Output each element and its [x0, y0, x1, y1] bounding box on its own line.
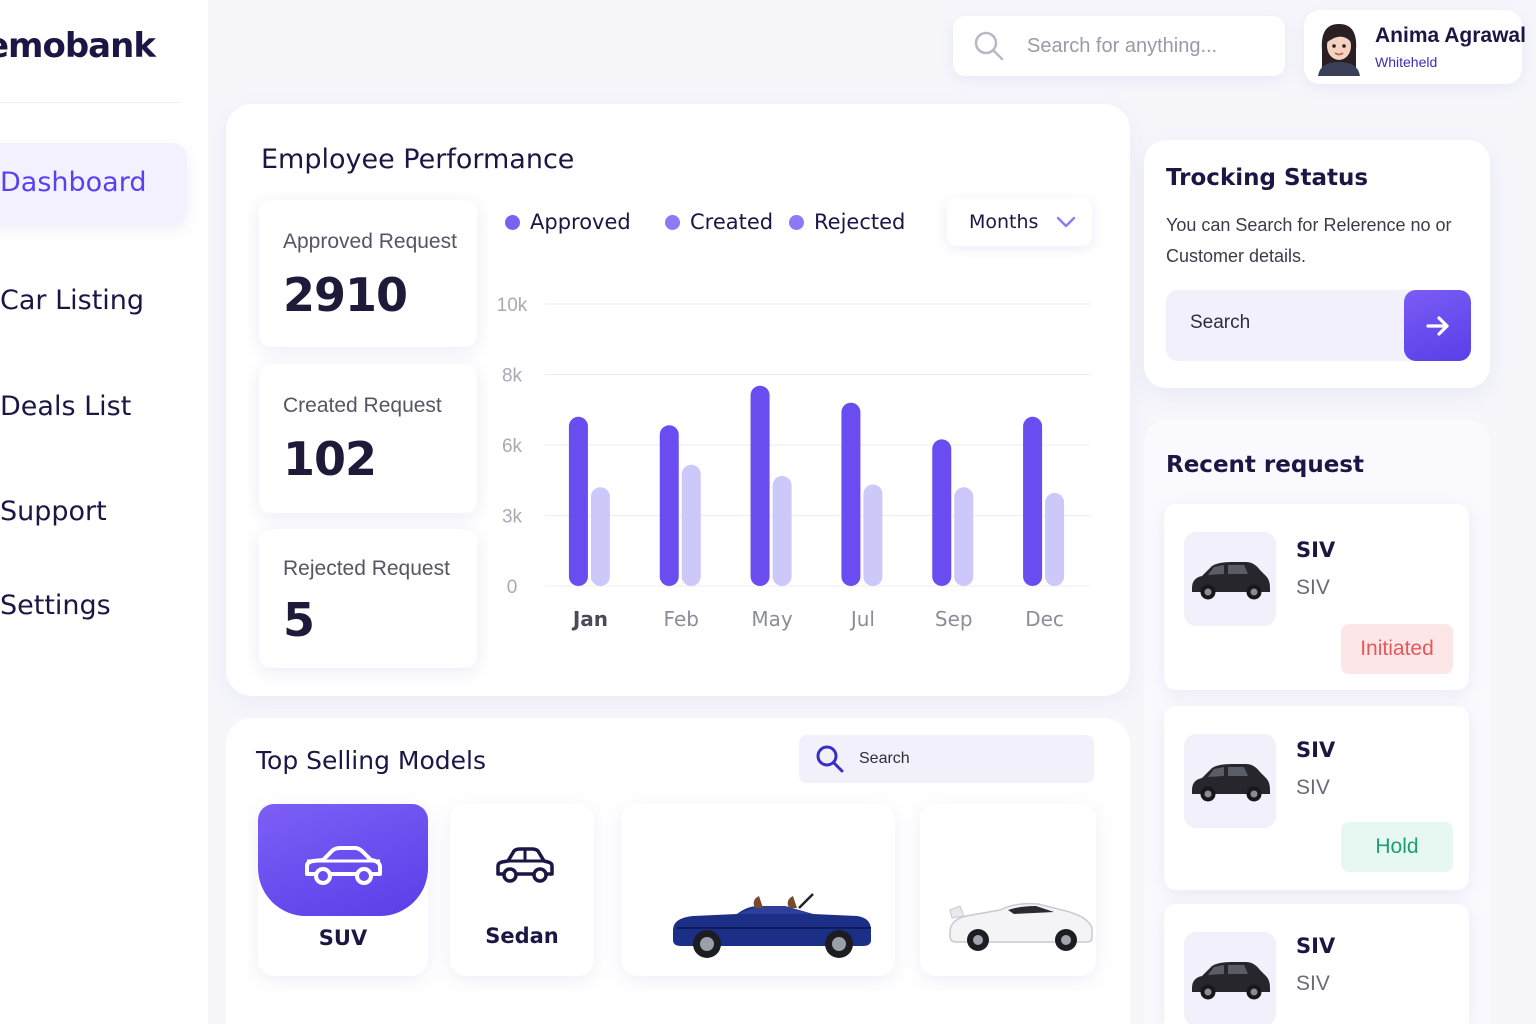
chart-bar: [772, 476, 792, 586]
chart-bar: [863, 484, 883, 586]
divider: [0, 102, 180, 103]
tracking-title: Trocking Status: [1166, 165, 1369, 191]
request-title: SIV: [1296, 934, 1336, 958]
chevron-down-icon: [1056, 216, 1076, 228]
stat-value: 5: [283, 593, 315, 647]
arrow-right-icon: [1425, 315, 1449, 336]
selected-highlight: [258, 804, 428, 916]
model-label: Sedan: [485, 924, 559, 948]
request-subtitle: SIV: [1296, 776, 1330, 799]
blue-convertible-image: [673, 893, 871, 958]
legend-dot: [505, 214, 520, 230]
tracking-search-input[interactable]: [1190, 312, 1390, 334]
chart-bar: [1023, 416, 1043, 586]
stat-value: 2910: [283, 268, 408, 322]
tracking-description: You can Search for Relerence no or Custo…: [1166, 215, 1452, 266]
stat-created: Created Request 102: [259, 364, 477, 513]
stat-label: Created Request: [283, 394, 442, 417]
sidebar-item-dashboard[interactable]: Dashboard: [0, 143, 187, 223]
recent-title: Recent request: [1166, 452, 1364, 478]
top-selling-search-input[interactable]: [859, 750, 1059, 768]
sidebar-item-support[interactable]: Support: [0, 496, 107, 527]
y-tick-label: 0: [507, 577, 518, 598]
chart-bar: [954, 487, 974, 586]
status-badge: Hold: [1341, 822, 1453, 872]
legend-label: Rejected: [814, 210, 906, 234]
legend-dot: [665, 214, 680, 230]
global-search[interactable]: [953, 16, 1285, 76]
black-suv-image: [1192, 562, 1270, 600]
period-value: Months: [969, 211, 1039, 233]
chart-bar: [659, 425, 679, 586]
request-card[interactable]: SIV SIV Initiated: [1164, 504, 1469, 690]
search-input[interactable]: [1027, 34, 1277, 58]
request-subtitle: SIV: [1296, 972, 1330, 995]
top-selling-search[interactable]: [799, 735, 1094, 783]
legend-approved[interactable]: Approved: [505, 210, 631, 234]
sidebar-item-deals-list[interactable]: Deals List: [0, 391, 131, 422]
model-tile-sportscar[interactable]: [920, 804, 1096, 976]
chart-bar: [590, 487, 610, 586]
y-tick-label: 3k: [502, 507, 523, 528]
request-title: SIV: [1296, 738, 1336, 762]
request-title: SIV: [1296, 538, 1336, 562]
car-icon: [305, 846, 382, 885]
chart-bar: [932, 439, 952, 586]
request-thumbnail: [1184, 932, 1276, 1024]
chart-bar: [750, 385, 770, 586]
tracking-search-button[interactable]: [1404, 290, 1471, 361]
sidebar-item-car-listing[interactable]: Car Listing: [0, 285, 144, 316]
model-tile-sedan[interactable]: Sedan: [450, 804, 594, 976]
sidebar-item-settings[interactable]: Settings: [0, 590, 111, 621]
chart-bar: [568, 416, 588, 586]
user-subtitle: Whiteheld: [1375, 54, 1438, 70]
x-tick-label: Sep: [935, 607, 973, 631]
legend-label: Created: [690, 210, 774, 234]
stat-label: Rejected Request: [283, 557, 450, 580]
x-tick-label: Dec: [1025, 607, 1064, 631]
black-suv-image: [1192, 962, 1270, 1000]
black-suv-image: [1192, 764, 1270, 802]
model-tile-convertible[interactable]: [621, 804, 895, 976]
legend-label: Approved: [530, 210, 631, 234]
request-thumbnail: [1184, 734, 1276, 828]
brand-logo[interactable]: emobank: [0, 26, 156, 66]
stat-value: 102: [283, 432, 377, 486]
x-tick-label: Jan: [571, 607, 608, 631]
model-label: SUV: [318, 926, 368, 950]
request-card[interactable]: SIV SIV: [1164, 904, 1469, 1024]
chart-bar: [1045, 492, 1065, 586]
x-tick-label: Jul: [849, 607, 875, 631]
request-subtitle: SIV: [1296, 576, 1330, 599]
chart-bar: [841, 402, 861, 586]
stat-label: Approved Request: [283, 230, 457, 253]
period-dropdown[interactable]: Months: [947, 198, 1092, 246]
y-tick-label: 10k: [497, 295, 528, 316]
user-name: Anima Agrawal: [1375, 24, 1526, 47]
performance-title: Employee Performance: [261, 144, 575, 175]
legend-rejected[interactable]: Rejected: [789, 210, 905, 234]
avatar: [1318, 24, 1360, 76]
car-outline-icon: [496, 847, 554, 883]
x-tick-label: May: [751, 607, 793, 631]
white-sportscar-image: [949, 902, 1093, 951]
status-badge: Initiated: [1341, 624, 1453, 674]
stat-rejected: Rejected Request 5: [259, 529, 477, 668]
request-thumbnail: [1184, 532, 1276, 626]
y-tick-label: 8k: [502, 366, 523, 387]
search-icon: [974, 31, 1004, 61]
performance-bar-chart: 10k 8k 6k 3k 0 Jan Feb May Jul Sep Dec: [497, 295, 1090, 631]
sidebar: emobank Dashboard Car Listing Deals List…: [0, 0, 208, 1024]
stat-approved: Approved Request 2910: [259, 200, 477, 347]
model-tile-suv[interactable]: SUV: [258, 804, 428, 976]
chart-bar: [681, 464, 701, 586]
request-card[interactable]: SIV SIV Hold: [1164, 706, 1469, 890]
search-icon: [816, 745, 844, 773]
y-tick-label: 6k: [502, 436, 523, 457]
legend-created[interactable]: Created: [665, 210, 773, 234]
x-tick-label: Feb: [664, 607, 699, 631]
top-selling-title: Top Selling Models: [256, 746, 486, 775]
user-profile[interactable]: Anima Agrawal Whiteheld: [1304, 10, 1526, 84]
legend-dot: [789, 214, 804, 230]
